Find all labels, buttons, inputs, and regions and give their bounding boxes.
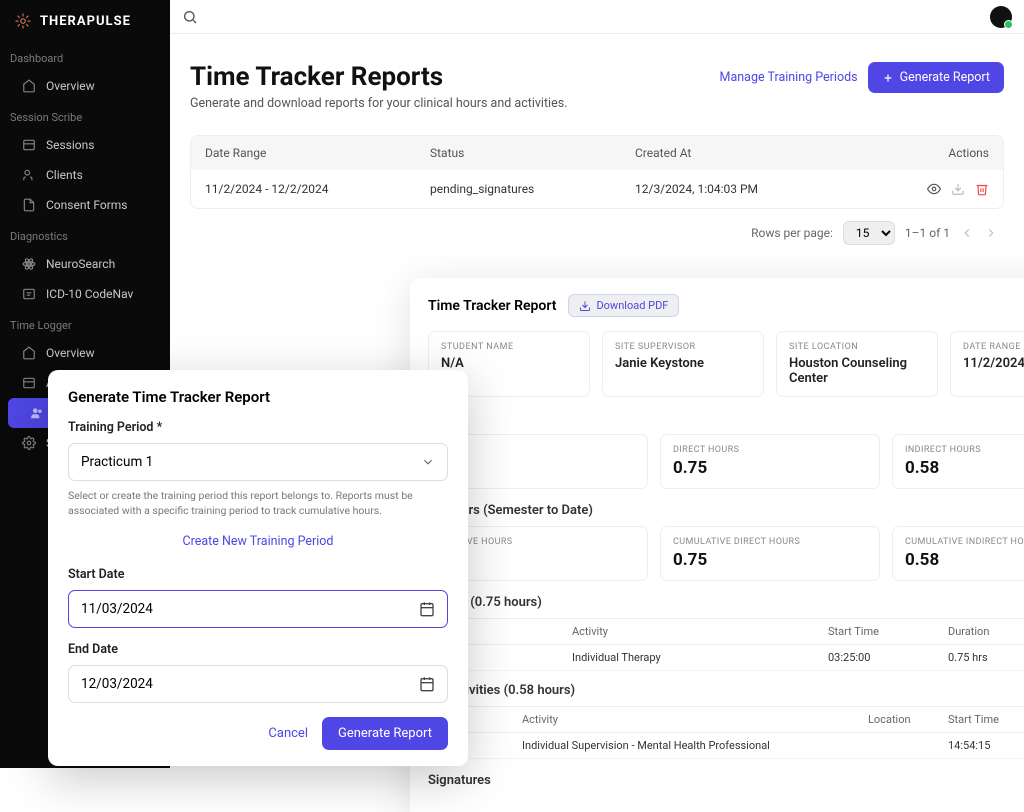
sidebar-section-label: Time Logger (0, 309, 170, 338)
sidebar-item-label: Consent Forms (46, 198, 128, 212)
table-pager: Rows per page: 15 1–1 of 1 (190, 209, 1004, 257)
start-date-label: Start Date (68, 567, 448, 582)
direct-activity-row: Individual Therapy03:25:000.75 hrs (428, 645, 1024, 671)
download-icon (579, 300, 591, 312)
th-actions: Actions (909, 146, 989, 160)
view-icon[interactable] (927, 182, 941, 196)
sidebar-item[interactable]: Overview (0, 338, 170, 368)
sidebar-section-label: Dashboard (0, 42, 170, 71)
start-date-input[interactable]: 11/03/2024 (68, 590, 448, 628)
page-title: Time Tracker Reports (190, 62, 567, 92)
modal-title: Generate Time Tracker Report (68, 388, 448, 406)
search-icon[interactable] (182, 9, 198, 25)
sidebar-item[interactable]: Clients (0, 160, 170, 190)
sidebar-item-label: Overview (46, 79, 95, 93)
generate-report-modal: Generate Time Tracker Report Training Pe… (48, 370, 468, 766)
end-date-label: End Date (68, 642, 448, 657)
sidebar-section-label: Diagnostics (0, 220, 170, 249)
info-supervisor: SITE SUPERVISORJanie Keystone (602, 331, 764, 397)
th-status: Status (430, 146, 635, 160)
atom-icon (22, 257, 36, 271)
sidebar-item[interactable]: Overview (0, 71, 170, 101)
th-created: Created At (635, 146, 909, 160)
indirect-activity-row: Individual Supervision - Mental Health P… (428, 733, 1024, 759)
generate-report-button[interactable]: Generate Report (868, 62, 1004, 93)
sidebar-item-label: Clients (46, 168, 83, 182)
chevron-left-icon[interactable] (960, 226, 974, 240)
page-subtitle: Generate and download reports for your c… (190, 96, 567, 111)
report-preview-card: Time Tracker Report Download PDF STUDENT… (410, 278, 1024, 812)
pager-range: 1–1 of 1 (905, 226, 950, 240)
home-icon (22, 346, 36, 360)
sidebar-item-label: Overview (46, 346, 95, 360)
topbar (170, 0, 1024, 34)
calendar-icon (419, 676, 435, 692)
info-location: SITE LOCATIONHouston Counseling Center (776, 331, 938, 397)
manage-training-link[interactable]: Manage Training Periods (720, 70, 858, 85)
delete-icon[interactable] (975, 182, 989, 196)
calendar-icon (419, 601, 435, 617)
sidebar-item[interactable]: NeuroSearch (0, 249, 170, 279)
sidebar-item[interactable]: ICD-10 CodeNav (0, 279, 170, 309)
brand-logo[interactable]: THERAPULSE (0, 0, 170, 42)
stat-direct: DIRECT HOURS0.75 (660, 434, 880, 489)
training-period-help: Select or create the training period thi… (68, 489, 448, 518)
sidebar-section-label: Session Scribe (0, 101, 170, 130)
th-date-range: Date Range (205, 146, 430, 160)
chevron-down-icon (421, 455, 435, 469)
training-period-select[interactable]: Practicum 1 (68, 443, 448, 481)
list-icon (22, 376, 36, 390)
gear-icon (22, 436, 36, 450)
logo-icon (14, 12, 32, 30)
training-period-label: Training Period * (68, 420, 448, 435)
cancel-button[interactable]: Cancel (268, 726, 308, 741)
end-date-input[interactable]: 12/03/2024 (68, 665, 448, 703)
chevron-right-icon[interactable] (984, 226, 998, 240)
sidebar-item-label: ICD-10 CodeNav (46, 287, 133, 301)
users-filled-icon (30, 406, 44, 420)
list-icon (22, 138, 36, 152)
rows-per-page-select[interactable]: 15 (843, 221, 895, 245)
submit-generate-button[interactable]: Generate Report (322, 717, 448, 750)
doc-icon (22, 198, 36, 212)
download-icon[interactable] (951, 182, 965, 196)
table-row[interactable]: 11/2/2024 - 12/2/2024 pending_signatures… (191, 170, 1003, 208)
home-icon (22, 79, 36, 93)
brand-name: THERAPULSE (40, 14, 131, 29)
reports-table: Date Range Status Created At Actions 11/… (190, 135, 1004, 209)
sidebar-item-label: NeuroSearch (46, 257, 115, 271)
users-icon (22, 168, 36, 182)
plus-icon (882, 72, 894, 84)
stat-indirect: INDIRECT HOURS0.58 (892, 434, 1024, 489)
info-daterange: DATE RANGE11/2/2024 - 12/2/202 (950, 331, 1024, 397)
sidebar-item[interactable]: Consent Forms (0, 190, 170, 220)
download-pdf-button[interactable]: Download PDF (568, 294, 679, 317)
code-icon (22, 287, 36, 301)
preview-title: Time Tracker Report (428, 298, 556, 314)
sidebar-item[interactable]: Sessions (0, 130, 170, 160)
avatar[interactable] (990, 6, 1012, 28)
sidebar-item-label: Sessions (46, 138, 94, 152)
create-training-period-link[interactable]: Create New Training Period (68, 534, 448, 549)
